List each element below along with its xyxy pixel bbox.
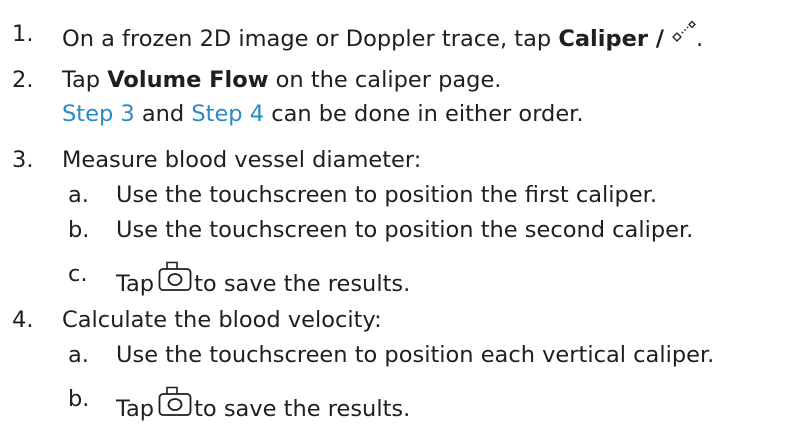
substep-text: Use the touchscreen to position the seco… <box>116 217 694 243</box>
caliper-icon <box>670 20 696 51</box>
caliper-label: Caliper / <box>558 26 664 52</box>
step-text: Tap <box>62 67 108 93</box>
substep-text-end: to save the results. <box>194 396 411 422</box>
substep-letter: a. <box>68 342 89 368</box>
step-text: Calculate the blood velocity: <box>62 307 382 333</box>
substep-letter: c. <box>68 261 88 287</box>
substep-letter: b. <box>68 217 90 243</box>
step-number: 1. <box>12 21 34 47</box>
camera-icon <box>158 260 192 299</box>
substep-letter: b. <box>68 386 90 412</box>
camera-icon <box>158 385 192 424</box>
step-text-end: on the caliper page. <box>268 67 502 93</box>
step-number: 2. <box>12 67 34 93</box>
substep-text: Tap <box>116 396 155 422</box>
substep-text: Tap <box>116 271 155 297</box>
substep-text: Use the touchscreen to position each ver… <box>116 342 715 368</box>
substep-text-end: to save the results. <box>194 271 411 297</box>
step-number: 3. <box>12 147 34 173</box>
substep-text: Use the touchscreen to position the firs… <box>116 182 658 208</box>
step-3-link[interactable]: Step 3 <box>62 101 135 127</box>
step-text: Measure blood vessel diameter: <box>62 147 422 173</box>
step-text: On a frozen 2D image or Doppler trace, t… <box>62 26 559 52</box>
volume-flow-label: Volume Flow <box>107 67 269 93</box>
step-number: 4. <box>12 307 34 333</box>
step-text-end: . <box>695 26 704 52</box>
step-4-link[interactable]: Step 4 <box>191 101 264 127</box>
note-text-end: can be done in either order. <box>264 101 584 127</box>
substep-letter: a. <box>68 182 89 208</box>
note-text: and <box>134 101 192 127</box>
